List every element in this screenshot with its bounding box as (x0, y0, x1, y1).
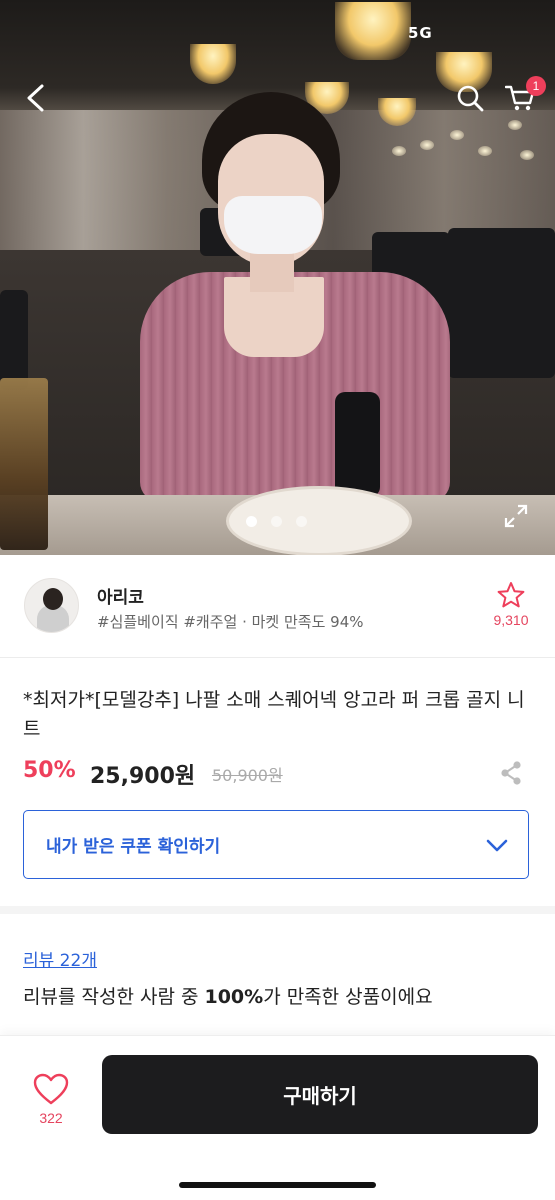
store-row[interactable] (0, 555, 555, 658)
model-bag (335, 392, 380, 497)
buy-button[interactable]: 구매하기 (102, 1055, 538, 1134)
search-icon (457, 85, 484, 112)
cart-badge: 1 (526, 76, 546, 96)
sale-price: 25,900원 (90, 764, 196, 789)
chevron-left-icon (27, 84, 44, 112)
store-avatar[interactable] (24, 578, 79, 633)
expand-image-button[interactable] (500, 500, 532, 532)
gallery-dot[interactable] (296, 516, 307, 527)
chandelier (335, 2, 411, 60)
review-count-link[interactable]: 리뷰 22개 (23, 946, 97, 971)
back-button[interactable] (16, 78, 56, 118)
model-photo (140, 92, 450, 512)
original-price: 50,900원 (212, 766, 283, 785)
glass (0, 378, 48, 550)
store-tags: #심플베이직 #캐주얼 · 마켓 만족도 94% (97, 613, 364, 631)
chair (0, 290, 28, 390)
coupon-dropdown[interactable]: 내가 받은 쿠폰 확인하기 (23, 810, 529, 879)
like-count: 322 (39, 1110, 63, 1126)
favorite-count: 9,310 (493, 612, 529, 628)
product-title: *최저가*[모델강추] 나팔 소매 스퀘어넥 앙고라 퍼 크롭 골지 니트 (23, 689, 525, 740)
star-icon (497, 582, 525, 608)
discount-rate: 50% (23, 758, 76, 783)
share-button[interactable] (496, 758, 526, 788)
store-name[interactable]: 아리코 (97, 583, 144, 608)
review-summary-percent: 100% (204, 986, 264, 1008)
expand-icon (504, 504, 528, 528)
home-indicator (179, 1182, 376, 1188)
review-summary: 리뷰를 작성한 사람 중 100%가 만족한 상품이에요 (23, 982, 433, 1009)
light (520, 150, 534, 160)
chevron-down-icon (486, 839, 508, 852)
favorite-store-button[interactable] (496, 580, 526, 610)
share-icon (501, 761, 521, 785)
coupon-label: 내가 받은 쿠폰 확인하기 (46, 837, 221, 857)
light (508, 120, 522, 130)
model-neck (250, 252, 294, 292)
like-button[interactable] (30, 1070, 72, 1108)
chair (448, 228, 555, 378)
light (478, 146, 492, 156)
gallery-dot[interactable] (246, 516, 257, 527)
light (450, 130, 464, 140)
gallery-dot[interactable] (271, 516, 282, 527)
heart-icon (33, 1073, 69, 1105)
section-divider (0, 906, 555, 914)
avatar-head (43, 588, 63, 610)
review-summary-suffix: 가 만족한 상품이에요 (263, 986, 433, 1008)
face-mask (224, 196, 322, 254)
search-button[interactable] (450, 78, 490, 118)
status-signal: 5G (408, 24, 433, 42)
gallery-pagination (246, 516, 307, 527)
review-summary-prefix: 리뷰를 작성한 사람 중 (23, 986, 205, 1008)
